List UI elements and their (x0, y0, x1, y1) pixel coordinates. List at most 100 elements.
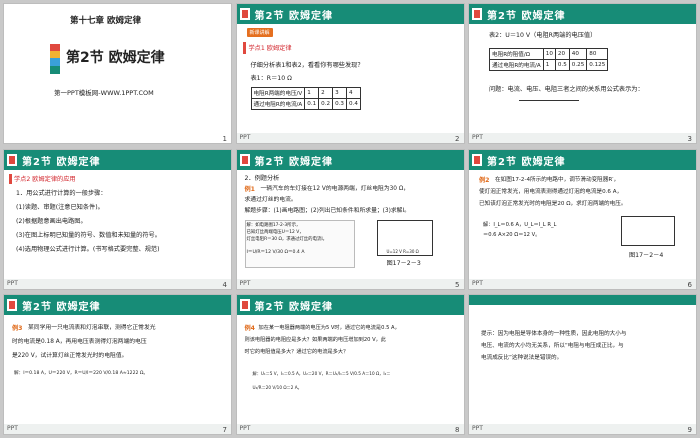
answer-line: 解：U₁＝5 V，I₁＝0.5 A，U₂＝20 V，R＝U₁/I₁＝5 V/0.… (252, 371, 391, 376)
subsection-title: 2．例题分析 (244, 174, 280, 182)
step-line: 1．用公式进行计算的一般步骤： (16, 189, 107, 197)
section-title: 学点2 欧姆定律的应用 (14, 175, 76, 183)
page-number: 9 (687, 426, 692, 434)
page-number: 6 (687, 280, 692, 289)
page-number: 2 (455, 135, 460, 143)
header-title: 第2节 欧姆定律 (22, 156, 101, 168)
slide-header: 第2节 欧姆定律 (4, 149, 231, 170)
example-text: 在如图17-2-4所示的电路中，调节滑动变阻器R′， (495, 176, 620, 183)
slide-header: 第2节 欧姆定律 (469, 4, 696, 24)
example-text: 已知该灯泡正常发光时的电阻是20 Ω，求灯泡两端的电压。 (479, 200, 627, 207)
header-title: 第2节 欧姆定律 (487, 156, 566, 168)
example-text: 一辆汽车的车灯接在12 V的电源两端，灯丝电阻为30 Ω， (260, 185, 410, 192)
circuit-label: U=12 V R=30 Ω (386, 248, 419, 254)
example-text: 则该电阻器的电阻应是多大？如果两端的电压增加到20 V，此 (244, 337, 387, 343)
table-caption: 表2：U＝10 V（电阻R两端的电压值） (489, 32, 597, 39)
page-number: 1 (222, 135, 227, 143)
slide-thumbnail-5[interactable]: 第2节 欧姆定律 2．例题分析 例1 一辆汽车的车灯接在12 V的电源两端，灯丝… (235, 148, 465, 290)
section-tag: 新课讲解 (246, 28, 273, 37)
slide-thumbnail-3[interactable]: 第2节 欧姆定律 表2：U＝10 V（电阻R两端的电压值） 电阻R的阻值/Ω 10… (468, 3, 697, 144)
header-title: 第2节 欧姆定律 (254, 302, 333, 313)
slide-title: 第2节 欧姆定律 (66, 50, 165, 66)
slide-header (469, 295, 696, 305)
footer-logo: PPT (472, 134, 483, 141)
footer-logo: PPT (239, 425, 251, 432)
example-text: 求通过灯丝的电流。 (244, 196, 297, 203)
slide-thumbnail-4[interactable]: 第2节 欧姆定律 学点2 欧姆定律的应用 1．用公式进行计算的一般步骤： (1)… (3, 148, 232, 290)
answer-line: I＝U/R＝12 V/30 Ω＝0.4 A (246, 249, 305, 255)
hint-line: 电压、电流的大小均无关系，所以“电阻与电压成正比，与 (481, 343, 624, 349)
slide-header: 第2节 欧姆定律 (4, 295, 231, 315)
step-line: (1)读题、审题(注意已知条件)。 (16, 203, 104, 211)
footer-logo: PPT (472, 425, 483, 432)
page-number: 8 (455, 426, 460, 434)
footer-logo: PPT (472, 279, 483, 287)
header-title: 第2节 欧姆定律 (487, 11, 566, 22)
table-row: 电阻R两端的电压/V 1 2 3 4 (250, 87, 361, 99)
example-label: 例3 (12, 325, 23, 332)
footer-logo: PPT (7, 279, 18, 287)
answer-line: ＝0.6 A×20 Ω＝12 V。 (483, 231, 541, 238)
slide-thumbnail-8[interactable]: 第2节 欧姆定律 例4 加在某一电阻器两端的电压为5 V时，通过它的电流是0.5… (235, 294, 465, 435)
question-text: 问题：电流、电压、电阻三者之间的关系用公式表示为： (489, 86, 644, 93)
header-title: 第2节 欧姆定律 (22, 302, 101, 313)
example-text: 是220 V，试计算灯丝正常发光时的电阻值。 (12, 353, 128, 359)
accent-bar (9, 173, 12, 184)
table-caption: 表1：R＝10 Ω (250, 75, 292, 82)
table-row: 通过电阻R的电流/A 0.1 0.2 0.3 0.4 (250, 98, 361, 110)
accent-bar (242, 42, 246, 54)
example-label: 例4 (244, 325, 256, 332)
example-text: 解题步骤：(1)画电路图；(2)列出已知条件和所求量；(3)求解I。 (244, 207, 410, 214)
step-line: (4)选用物理公式进行计算。(书写格式要完整、规范) (16, 245, 160, 253)
header-title: 第2节 欧姆定律 (254, 156, 333, 168)
title-color-strip (50, 44, 60, 74)
slide-thumbnail-7[interactable]: 第2节 欧姆定律 例3 某同学用一只电流表和灯泡串联，测得它正常发光 时的电流是… (3, 294, 232, 435)
answer-line: 解：I_L＝0.6 A，U_L＝I_L R_L (483, 221, 557, 228)
table-row: 电阻R的阻值/Ω 10 20 40 80 (489, 48, 609, 60)
hint-line: 电流成反比”这种说法是错误的。 (481, 355, 563, 361)
example-text: 某同学用一只电流表和灯泡串联，测得它正常发光 (28, 325, 156, 331)
page-number: 7 (222, 426, 227, 434)
answer-line: 灯丝电阻R＝30 Ω，求通过灯丝的电流I。 (246, 236, 328, 242)
step-line: (2)根据题意画出电路图。 (16, 217, 87, 225)
figure-caption: 图17－2－4 (629, 251, 664, 259)
circuit-diagram (621, 215, 675, 246)
header-icon (239, 153, 250, 166)
example-text: 加在某一电阻器两端的电压为5 V时，通过它的电流是0.5 A， (258, 325, 400, 331)
header-icon (7, 299, 17, 311)
header-icon (239, 299, 250, 311)
header-icon (239, 8, 250, 20)
figure-caption: 图17－2－3 (386, 259, 421, 267)
hint-line: 提示：因为电阻是导体本身的一种性质，因此电阻的大小与 (481, 331, 627, 337)
data-table: 电阻R的阻值/Ω 10 20 40 80 通过电阻R的电流/A 1 0.5 0.25 0.125 (489, 48, 609, 71)
header-title: 第2节 欧姆定律 (254, 11, 333, 22)
chapter-title: 第十七章 欧姆定律 (70, 16, 141, 26)
slide-header: 第2节 欧姆定律 (236, 295, 464, 315)
site-text: 第一PPT模板网-WWW.1PPT.COM (54, 89, 154, 97)
slide-header: 第2节 欧姆定律 (236, 4, 464, 24)
slide-thumbnail-6[interactable]: 第2节 欧姆定律 例2 在如图17-2-4所示的电路中，调节滑动变阻器R′， 使… (468, 148, 697, 290)
slide-thumbnail-2[interactable]: 第2节 欧姆定律 新课讲解 学点1 欧姆定律 仔细分析表1和表2，看看你有哪些发… (235, 3, 465, 144)
step-line: (3)在图上标明已知量的符号、数值和未知量的符号。 (16, 231, 161, 239)
section-title: 学点1 欧姆定律 (248, 45, 292, 52)
slide-thumbnail-9[interactable]: 提示：因为电阻是导体本身的一种性质，因此电阻的大小与 电压、电流的大小均无关系，… (468, 294, 697, 435)
slide-header: 第2节 欧姆定律 (236, 149, 464, 170)
page-number: 3 (687, 135, 692, 143)
question-text: 仔细分析表1和表2，看看你有哪些发现？ (250, 62, 364, 69)
answer-blank (519, 100, 579, 101)
footer-logo: PPT (7, 425, 18, 432)
example-label: 例2 (479, 176, 490, 184)
footer-logo: PPT (239, 279, 251, 287)
slide-header: 第2节 欧姆定律 (469, 149, 696, 170)
example-text: 时它的电阻值是多大？通过它的电流是多大？ (244, 349, 349, 355)
header-icon (472, 8, 482, 20)
footer-logo: PPT (239, 134, 251, 141)
slide-thumbnail-1[interactable]: 第十七章 欧姆定律 第2节 欧姆定律 第一PPT模板网-WWW.1PPT.COM… (3, 3, 232, 144)
table-row: 通过电阻R的电流/A 1 0.5 0.25 0.125 (489, 59, 609, 71)
example-text: 时的电流是0.18 A，再用电压表测得灯泡两端的电压 (12, 339, 147, 345)
page-number: 5 (455, 280, 460, 289)
answer-line: 已知灯丝两端电压U＝12 V， (246, 229, 304, 235)
header-icon (472, 153, 482, 166)
page-number: 4 (222, 280, 227, 289)
answer-line: U₂/R＝20 V/10 Ω＝2 A。 (252, 385, 302, 390)
